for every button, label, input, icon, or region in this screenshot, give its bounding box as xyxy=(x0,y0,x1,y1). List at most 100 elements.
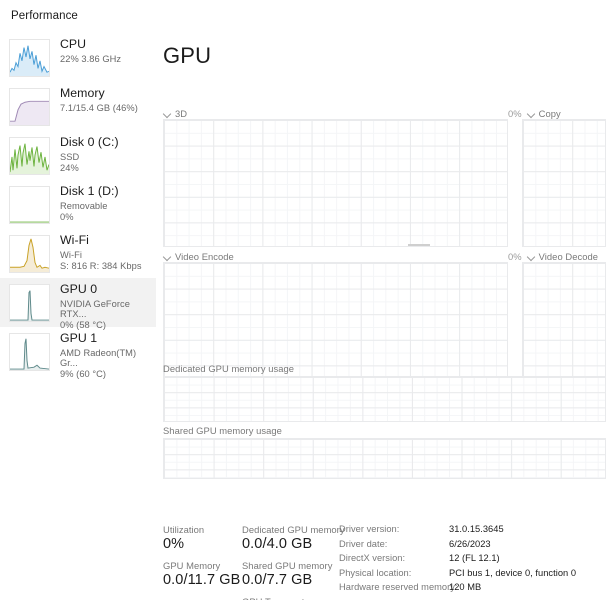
graph-major-grid xyxy=(523,263,605,389)
graph-dedicated-memory-line xyxy=(164,420,605,421)
sidebar-sparkline-gpu0 xyxy=(9,284,50,322)
stat-gpu-memory-value: 0.0/11.7 GB xyxy=(163,572,241,588)
info-row: DirectX version: 12 (FL 12.1) xyxy=(339,553,576,568)
sidebar-item-name: Wi-Fi xyxy=(60,233,89,247)
chart-header-video-encode[interactable]: Video Encode xyxy=(163,249,234,263)
chart-label-video-encode: Video Encode xyxy=(175,250,234,262)
info-value: PCI bus 1, device 0, function 0 xyxy=(449,567,577,578)
sidebar-item-disk-1-d[interactable]: Disk 1 (D:) Removable 0% xyxy=(0,180,156,229)
info-key: Driver date: xyxy=(339,538,388,549)
stat-utilization-value: 0% xyxy=(163,536,185,552)
info-key: DirectX version: xyxy=(339,553,406,564)
chart-percent-video-decode: 0% xyxy=(508,250,522,262)
sidebar-sparkline-wifi xyxy=(9,235,50,273)
chart-label-video-decode: Video Decode xyxy=(538,250,598,262)
stat-shared-memory-value: 0.0/7.7 GB xyxy=(242,572,313,588)
sidebar-item-gpu-0[interactable]: GPU 0 NVIDIA GeForce RTX... 0% (58 °C) xyxy=(0,278,156,330)
sidebar-sparkline-disk1 xyxy=(9,186,50,224)
graph-video-decode[interactable] xyxy=(522,262,606,390)
dedicated-memory-chart-label: Dedicated GPU memory usage xyxy=(163,363,295,374)
stat-shared-memory: Shared GPU memory 0.0/7.7 GB xyxy=(242,560,332,588)
gpu-stats: Utilization 0% GPU Memory 0.0/11.7 GB De… xyxy=(156,485,613,600)
stat-shared-memory-label: Shared GPU memory xyxy=(242,560,333,571)
info-row: Driver date: 6/26/2023 xyxy=(339,539,576,554)
chevron-down-icon[interactable] xyxy=(163,252,172,261)
sidebar-item-metric: 0% xyxy=(60,212,74,223)
info-value: 120 MB xyxy=(449,582,482,593)
chart-header-video-decode[interactable]: 0% Video Decode xyxy=(508,249,598,263)
shared-memory-chart-label: Shared GPU memory usage xyxy=(163,425,282,436)
sidebar-item-subtitle: 22% 3.86 GHz xyxy=(60,54,122,65)
resource-sidebar[interactable]: CPU 22% 3.86 GHz Memory 7.1/15.4 GB (46%) Di… xyxy=(0,33,156,600)
graph-major-grid xyxy=(164,377,605,421)
sidebar-item-subtitle: 7.1/15.4 GB (46%) xyxy=(60,103,138,114)
sidebar-sparkline-disk0 xyxy=(9,137,50,175)
sidebar-sparkline-cpu xyxy=(9,39,50,77)
sidebar-item-gpu-1[interactable]: GPU 1 AMD Radeon(TM) Gr... 9% (60 °C) xyxy=(0,327,156,380)
sidebar-item-name: Memory xyxy=(60,86,105,100)
graph-3d-blip xyxy=(408,244,430,246)
info-row: Hardware reserved memory: 120 MB xyxy=(339,582,576,597)
stat-utilization: Utilization 0% xyxy=(163,524,204,552)
sidebar-item-metric: S: 816 R: 384 Kbps xyxy=(60,261,142,272)
chart-label-copy: Copy xyxy=(538,107,561,119)
info-key: Hardware reserved memory: xyxy=(339,582,458,593)
sidebar-sparkline-gpu1 xyxy=(9,333,50,371)
stat-gpu-temperature-label: GPU Temperature xyxy=(242,596,318,600)
graph-minor-grid xyxy=(523,120,605,246)
graph-minor-grid xyxy=(164,377,605,421)
sidebar-item-wi-fi[interactable]: Wi-Fi Wi-Fi S: 816 R: 384 Kbps xyxy=(0,229,156,278)
stat-gpu-memory-label: GPU Memory xyxy=(163,560,221,571)
chart-header-copy[interactable]: 0% Copy xyxy=(508,106,561,120)
sidebar-item-subtitle: Removable xyxy=(60,201,108,212)
stat-dedicated-memory-value: 0.0/4.0 GB xyxy=(242,536,313,552)
info-value: 31.0.15.3645 xyxy=(449,524,504,534)
graph-3d[interactable] xyxy=(163,119,508,247)
sidebar-item-subtitle: SSD xyxy=(60,152,80,163)
gpu-info-table: Driver version: 31.0.15.3645 Driver date: 6… xyxy=(339,524,576,597)
info-row: Driver version: 31.0.15.3645 xyxy=(339,524,576,539)
chart-header-3d[interactable]: 3D xyxy=(163,106,187,120)
sidebar-item-cpu[interactable]: CPU 22% 3.86 GHz xyxy=(0,33,156,82)
chart-label-3d: 3D xyxy=(175,107,188,119)
graph-3d-line xyxy=(164,245,507,246)
graph-major-grid xyxy=(523,120,605,246)
graph-dedicated-memory[interactable] xyxy=(163,376,606,422)
page-title: Performance xyxy=(11,10,78,22)
info-value: 6/26/2023 xyxy=(449,538,491,549)
sidebar-sparkline-memory xyxy=(9,88,50,126)
stat-gpu-temperature: GPU Temperature 58 °C xyxy=(242,596,318,600)
chart-percent-copy: 0% xyxy=(508,107,522,119)
info-key: Driver version: xyxy=(339,524,400,534)
graph-minor-grid xyxy=(164,120,507,246)
graph-shared-memory[interactable] xyxy=(163,438,606,479)
sidebar-item-name: Disk 0 (C:) xyxy=(60,135,119,149)
sidebar-item-disk-0-c[interactable]: Disk 0 (C:) SSD 24% xyxy=(0,131,156,180)
sidebar-item-name: GPU 1 xyxy=(60,331,98,345)
chevron-down-icon[interactable] xyxy=(163,109,172,118)
sidebar-item-memory[interactable]: Memory 7.1/15.4 GB (46%) xyxy=(0,82,156,131)
graph-major-grid xyxy=(164,120,507,246)
sidebar-item-name: Disk 1 (D:) xyxy=(60,184,119,198)
stat-gpu-memory: GPU Memory 0.0/11.7 GB xyxy=(163,560,240,588)
sidebar-item-metric: 9% (60 °C) xyxy=(60,369,107,380)
stat-utilization-label: Utilization xyxy=(163,524,205,535)
graph-minor-grid xyxy=(523,263,605,389)
sidebar-item-subtitle: AMD Radeon(TM) Gr... xyxy=(60,348,137,369)
graph-major-grid xyxy=(164,439,605,478)
info-value: 12 (FL 12.1) xyxy=(449,553,500,564)
page-header: Performance xyxy=(0,0,613,33)
sidebar-item-subtitle: Wi-Fi xyxy=(60,250,82,261)
chevron-down-icon[interactable] xyxy=(527,109,536,118)
info-row: Physical location: PCI bus 1, device 0, f… xyxy=(339,568,576,583)
graph-shared-memory-line xyxy=(164,477,605,478)
gpu-heading: GPU xyxy=(163,43,212,68)
sidebar-item-metric: 24% xyxy=(60,163,79,174)
sidebar-item-name: GPU 0 xyxy=(60,282,98,296)
stat-dedicated-memory-label: Dedicated GPU memory xyxy=(242,524,345,535)
chevron-down-icon[interactable] xyxy=(527,252,536,261)
stat-dedicated-memory: Dedicated GPU memory 0.0/4.0 GB xyxy=(242,524,345,552)
sidebar-item-subtitle: NVIDIA GeForce RTX... xyxy=(60,299,130,320)
graph-copy[interactable] xyxy=(522,119,606,247)
task-manager-performance-gpu: Performance CPU 22% 3.86 GHz Memory 7.1/15.… xyxy=(0,0,613,600)
